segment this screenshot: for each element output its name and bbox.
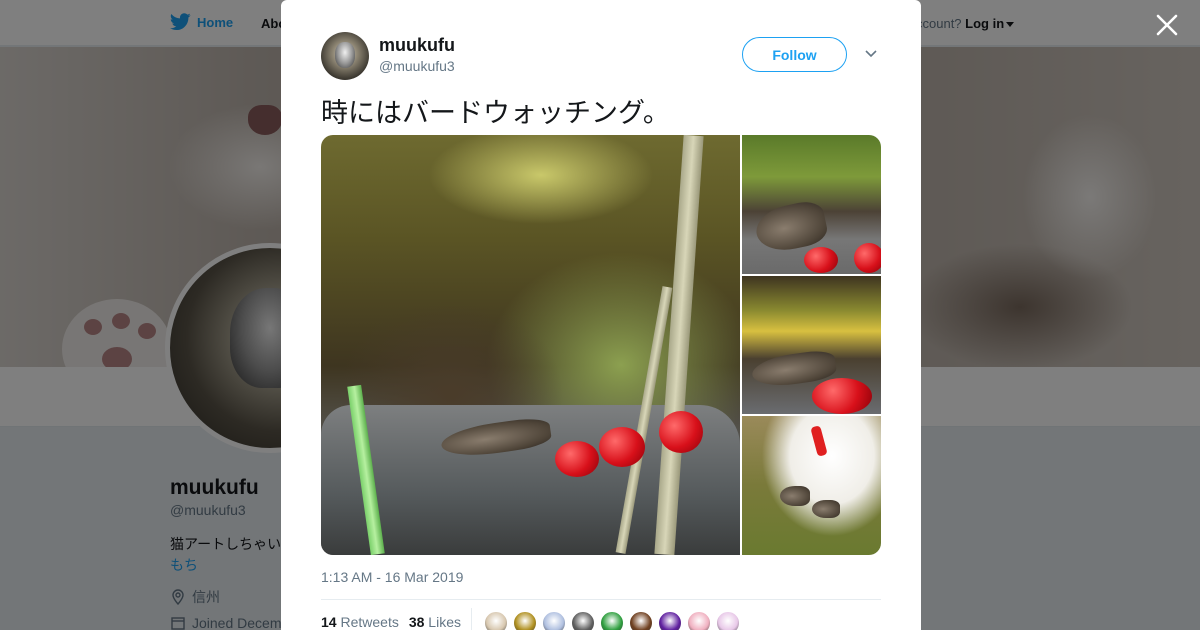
tweet-stats: 14 Retweets 38 Likes bbox=[321, 614, 461, 630]
liker-avatar[interactable] bbox=[571, 611, 595, 630]
tweet-author-avatar[interactable] bbox=[321, 32, 369, 80]
retweets-label: Retweets bbox=[340, 614, 399, 630]
media-photo-4[interactable] bbox=[742, 416, 881, 555]
liker-avatar[interactable] bbox=[600, 611, 624, 630]
liker-avatar[interactable] bbox=[687, 611, 711, 630]
tweet-text: 時にはバードウォッチング。 bbox=[321, 98, 670, 129]
liker-avatar[interactable] bbox=[513, 611, 537, 630]
stats-divider bbox=[471, 608, 472, 630]
liker-avatar[interactable] bbox=[542, 611, 566, 630]
tweet-media-grid bbox=[321, 135, 881, 555]
media-photo-3[interactable] bbox=[742, 276, 881, 414]
likes-stat[interactable]: 38 Likes bbox=[409, 614, 461, 630]
liker-avatar[interactable] bbox=[484, 611, 508, 630]
retweets-stat[interactable]: 14 Retweets bbox=[321, 614, 399, 630]
divider bbox=[321, 599, 881, 600]
tweet-modal: muukufu @muukufu3 Follow 時にはバードウォッチング。 1… bbox=[281, 0, 921, 630]
media-photo-2[interactable] bbox=[742, 135, 881, 274]
media-photo-main[interactable] bbox=[321, 135, 740, 555]
likes-label: Likes bbox=[428, 614, 461, 630]
close-icon[interactable] bbox=[1154, 12, 1180, 38]
retweets-count: 14 bbox=[321, 614, 337, 630]
liker-avatar[interactable] bbox=[629, 611, 653, 630]
follow-button[interactable]: Follow bbox=[742, 37, 847, 72]
liker-avatar[interactable] bbox=[716, 611, 740, 630]
chevron-down-icon[interactable] bbox=[863, 46, 879, 62]
tweet-author-handle[interactable]: @muukufu3 bbox=[379, 58, 455, 74]
liker-avatars bbox=[484, 611, 740, 630]
tweet-author-name[interactable]: muukufu bbox=[379, 35, 455, 56]
likes-count: 38 bbox=[408, 614, 425, 630]
liker-avatar[interactable] bbox=[658, 611, 682, 630]
tweet-timestamp[interactable]: 1:13 AM - 16 Mar 2019 bbox=[321, 569, 463, 585]
